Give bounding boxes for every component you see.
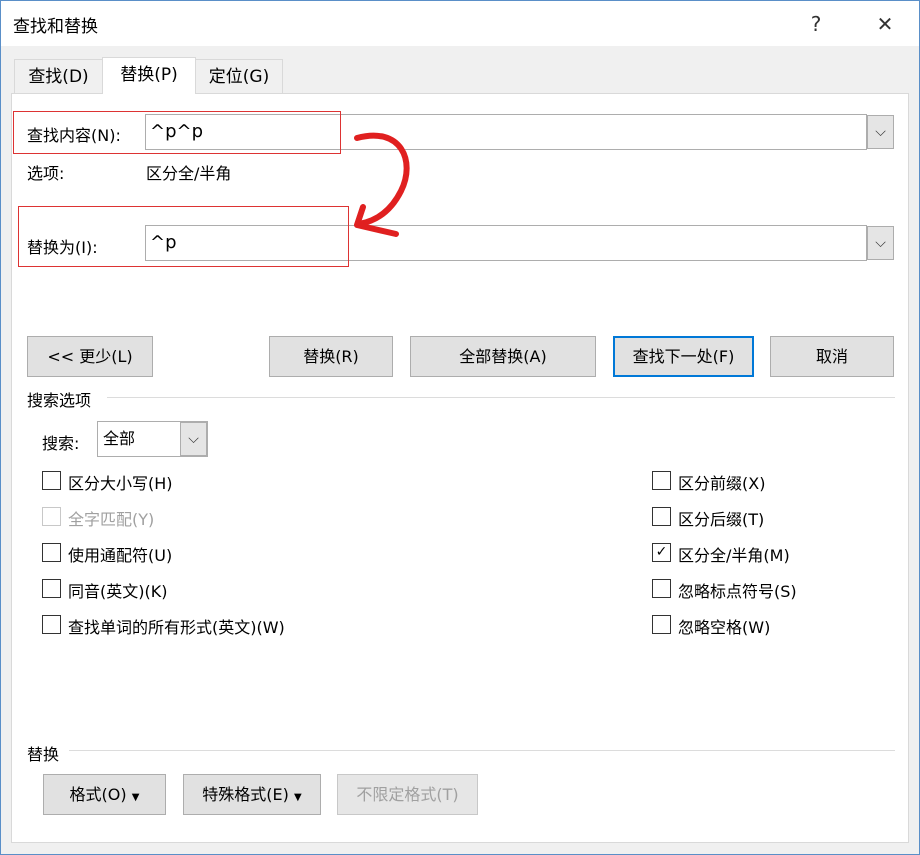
format-label: 格式(O) <box>69 785 127 804</box>
special-label: 特殊格式(E) <box>202 785 289 804</box>
options-value: 区分全/半角 <box>146 164 232 183</box>
replace-button[interactable]: 替换(R) <box>269 336 393 377</box>
checkbox[interactable] <box>652 471 671 490</box>
find-next-button[interactable]: 查找下一处(F) <box>613 336 754 377</box>
checkbox[interactable] <box>42 579 61 598</box>
close-button[interactable]: ✕ <box>865 9 905 39</box>
divider <box>107 397 895 398</box>
replace-history-dropdown[interactable]: ⌵ <box>867 226 894 260</box>
checkbox[interactable]: ✓ <box>652 543 671 562</box>
special-format-button[interactable]: 特殊格式(E) ▼ <box>183 774 321 815</box>
annotation-arrow-icon <box>354 132 410 237</box>
checkbox[interactable] <box>42 615 61 634</box>
options-label: 选项: <box>27 164 65 183</box>
tab-find[interactable]: 查找(D) <box>14 59 103 94</box>
replace-section-heading: 替换 <box>27 745 60 764</box>
cancel-button[interactable]: 取消 <box>770 336 894 377</box>
less-button[interactable]: << 更少(L) <box>27 336 153 377</box>
checkbox[interactable] <box>42 507 61 526</box>
checkbox[interactable] <box>42 543 61 562</box>
title-bar <box>1 1 919 46</box>
tab-goto[interactable]: 定位(G) <box>195 59 283 94</box>
find-history-dropdown[interactable]: ⌵ <box>867 115 894 149</box>
help-button[interactable]: ? <box>796 9 836 39</box>
checkbox-label[interactable]: 区分前缀(X) <box>678 470 765 494</box>
checkbox[interactable] <box>652 615 671 634</box>
checkbox[interactable] <box>652 507 671 526</box>
annotation-box-find <box>13 111 341 154</box>
tab-replace[interactable]: 替换(P) <box>102 57 196 94</box>
checkbox[interactable] <box>42 471 61 490</box>
checkbox-label[interactable]: 使用通配符(U) <box>68 542 172 566</box>
checkbox-label[interactable]: 区分后缀(T) <box>678 506 764 530</box>
replace-all-button[interactable]: 全部替换(A) <box>410 336 596 377</box>
checkbox-label[interactable]: 全字匹配(Y) <box>68 506 154 530</box>
checkbox-label[interactable]: 区分大小写(H) <box>68 470 173 494</box>
chevron-down-icon[interactable]: ⌵ <box>180 422 207 456</box>
checkbox-label[interactable]: 同音(英文)(K) <box>68 578 167 602</box>
checkbox-label[interactable]: 查找单词的所有形式(英文)(W) <box>68 614 285 638</box>
caret-down-icon: ▼ <box>131 792 140 803</box>
annotation-box-replace <box>18 206 349 267</box>
checkbox-label[interactable]: 忽略标点符号(S) <box>678 578 797 602</box>
search-direction-value: 全部 <box>103 429 136 448</box>
checkbox-label[interactable]: 区分全/半角(M) <box>678 542 790 566</box>
no-formatting-button[interactable]: 不限定格式(T) <box>337 774 478 815</box>
divider <box>69 750 895 751</box>
search-options-heading: 搜索选项 <box>27 391 92 410</box>
dialog-title: 查找和替换 <box>13 17 98 37</box>
search-direction-label: 搜索: <box>42 434 80 453</box>
checkbox[interactable] <box>652 579 671 598</box>
caret-down-icon: ▼ <box>294 792 302 803</box>
checkbox-label[interactable]: 忽略空格(W) <box>678 614 770 638</box>
format-button[interactable]: 格式(O) ▼ <box>43 774 166 815</box>
